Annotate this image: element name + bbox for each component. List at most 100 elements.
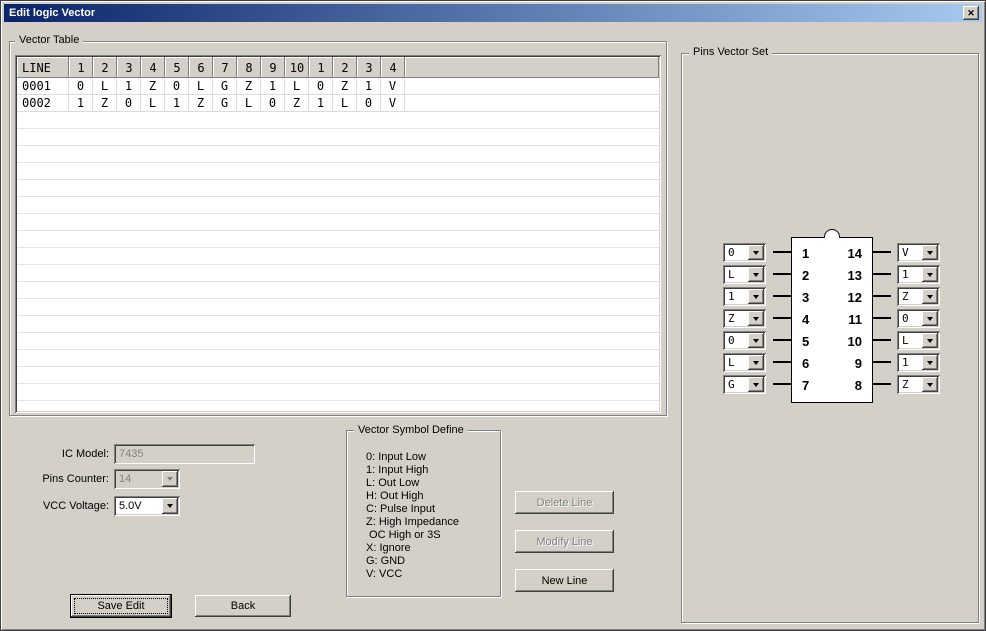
table-header-row: LINE 1 2 3 4 5 6 7 8 9 10 1 2 3 4 bbox=[17, 57, 659, 78]
pin-3-select[interactable]: 1 bbox=[723, 287, 766, 306]
column-header: 10 bbox=[285, 57, 309, 78]
row-filler bbox=[405, 78, 659, 94]
chip-pin-number: 3 bbox=[802, 290, 810, 305]
pin-leg bbox=[873, 251, 891, 253]
vector-cell: Z bbox=[189, 95, 213, 111]
pin-9-select[interactable]: 1 bbox=[897, 353, 940, 372]
table-row[interactable]: 0001 0 L 1 Z 0 L G Z 1 L 0 Z 1 V bbox=[17, 78, 659, 95]
back-button[interactable]: Back bbox=[195, 595, 291, 617]
pins-counter-select: 14 bbox=[114, 469, 180, 489]
symbol-line: 1: Input High bbox=[366, 464, 429, 476]
dropdown-button[interactable] bbox=[922, 311, 938, 326]
table-empty-row bbox=[17, 248, 659, 265]
vector-symbol-define-label: Vector Symbol Define bbox=[354, 424, 468, 436]
vector-cell: 0 bbox=[165, 78, 189, 94]
pin-leg bbox=[873, 383, 891, 385]
table-row[interactable]: 0002 1 Z 0 L 1 Z G L 0 Z 1 L 0 V bbox=[17, 95, 659, 112]
pin-leg bbox=[873, 295, 891, 297]
pin-2-select[interactable]: L bbox=[723, 265, 766, 284]
symbol-line: Z: High Impedance bbox=[366, 516, 459, 528]
pin-leg bbox=[773, 339, 791, 341]
pin-leg bbox=[873, 339, 891, 341]
pin-7-select[interactable]: G bbox=[723, 375, 766, 394]
vector-cell: 1 bbox=[117, 78, 141, 94]
pin-leg bbox=[773, 317, 791, 319]
dropdown-button[interactable] bbox=[922, 377, 938, 392]
pin-4-select[interactable]: Z bbox=[723, 309, 766, 328]
pin-6-value: L bbox=[728, 356, 735, 369]
chevron-down-icon bbox=[927, 272, 933, 277]
column-header: 6 bbox=[189, 57, 213, 78]
pin-leg bbox=[873, 273, 891, 275]
dropdown-button[interactable] bbox=[748, 377, 764, 392]
chevron-down-icon bbox=[753, 316, 759, 321]
dropdown-button[interactable] bbox=[748, 245, 764, 260]
edit-logic-vector-window: Edit logic Vector ✕ Vector Table LINE 1 … bbox=[0, 0, 986, 631]
new-line-button[interactable]: New Line bbox=[515, 569, 614, 592]
dropdown-button[interactable] bbox=[162, 498, 178, 514]
row-filler bbox=[405, 95, 659, 111]
dropdown-button[interactable] bbox=[922, 245, 938, 260]
table-empty-row bbox=[17, 112, 659, 129]
line-number-cell: 0001 bbox=[17, 78, 69, 94]
vector-cell: 1 bbox=[261, 78, 285, 94]
pin-9-value: 1 bbox=[902, 356, 909, 369]
vector-cell: 0 bbox=[261, 95, 285, 111]
save-edit-button[interactable]: Save Edit bbox=[71, 595, 171, 617]
pin-10-select[interactable]: L bbox=[897, 331, 940, 350]
chip-pin-number: 4 bbox=[802, 312, 810, 327]
symbol-line: L: Out Low bbox=[366, 477, 420, 489]
dropdown-button[interactable] bbox=[922, 267, 938, 282]
dropdown-button[interactable] bbox=[922, 333, 938, 348]
pin-13-select[interactable]: 1 bbox=[897, 265, 940, 284]
ic-chip-diagram: 1 2 3 4 5 6 7 14 13 12 11 10 9 8 bbox=[791, 229, 873, 403]
dropdown-button[interactable] bbox=[748, 289, 764, 304]
vcc-voltage-select[interactable]: 5.0V bbox=[114, 496, 180, 516]
vector-cell: L bbox=[141, 95, 165, 111]
ic-model-field: 7435 bbox=[114, 444, 255, 464]
pins-counter-value: 14 bbox=[119, 473, 132, 485]
pin-11-select[interactable]: 0 bbox=[897, 309, 940, 328]
vector-cell: 0 bbox=[117, 95, 141, 111]
pin-1-value: 0 bbox=[728, 246, 735, 259]
chevron-down-icon bbox=[753, 382, 759, 387]
column-header: 2 bbox=[333, 57, 357, 78]
symbol-line: H: Out High bbox=[366, 490, 424, 502]
chevron-down-icon bbox=[753, 294, 759, 299]
dropdown-button[interactable] bbox=[748, 311, 764, 326]
dropdown-button[interactable] bbox=[922, 355, 938, 370]
dropdown-button[interactable] bbox=[748, 333, 764, 348]
window-title: Edit logic Vector bbox=[9, 7, 96, 19]
modify-line-button: Modify Line bbox=[515, 530, 614, 553]
vector-cell: 0 bbox=[309, 78, 333, 94]
pin-8-value: Z bbox=[902, 378, 909, 391]
chevron-down-icon bbox=[167, 477, 173, 481]
close-button[interactable]: ✕ bbox=[963, 6, 979, 20]
pin-leg bbox=[773, 383, 791, 385]
pin-6-select[interactable]: L bbox=[723, 353, 766, 372]
column-header: 3 bbox=[357, 57, 381, 78]
pin-12-value: Z bbox=[902, 290, 909, 303]
column-header: 3 bbox=[117, 57, 141, 78]
table-empty-row bbox=[17, 367, 659, 384]
pin-12-select[interactable]: Z bbox=[897, 287, 940, 306]
vector-cell: Z bbox=[237, 78, 261, 94]
pin-1-select[interactable]: 0 bbox=[723, 243, 766, 262]
pin-14-select[interactable]: V bbox=[897, 243, 940, 262]
dropdown-button[interactable] bbox=[748, 355, 764, 370]
dropdown-button[interactable] bbox=[748, 267, 764, 282]
table-empty-row bbox=[17, 146, 659, 163]
pin-8-select[interactable]: Z bbox=[897, 375, 940, 394]
ic-model-label: IC Model: bbox=[61, 448, 109, 460]
pin-leg bbox=[773, 251, 791, 253]
pin-leg bbox=[773, 273, 791, 275]
chevron-down-icon bbox=[753, 338, 759, 343]
vector-cell: L bbox=[237, 95, 261, 111]
dropdown-button[interactable] bbox=[922, 289, 938, 304]
chip-pin-number: 13 bbox=[847, 268, 862, 283]
vcc-voltage-value: 5.0V bbox=[119, 500, 142, 512]
pin-5-select[interactable]: 0 bbox=[723, 331, 766, 350]
title-bar[interactable]: Edit logic Vector ✕ bbox=[4, 4, 982, 22]
chip-pin-number: 2 bbox=[802, 268, 810, 283]
column-header: 7 bbox=[213, 57, 237, 78]
